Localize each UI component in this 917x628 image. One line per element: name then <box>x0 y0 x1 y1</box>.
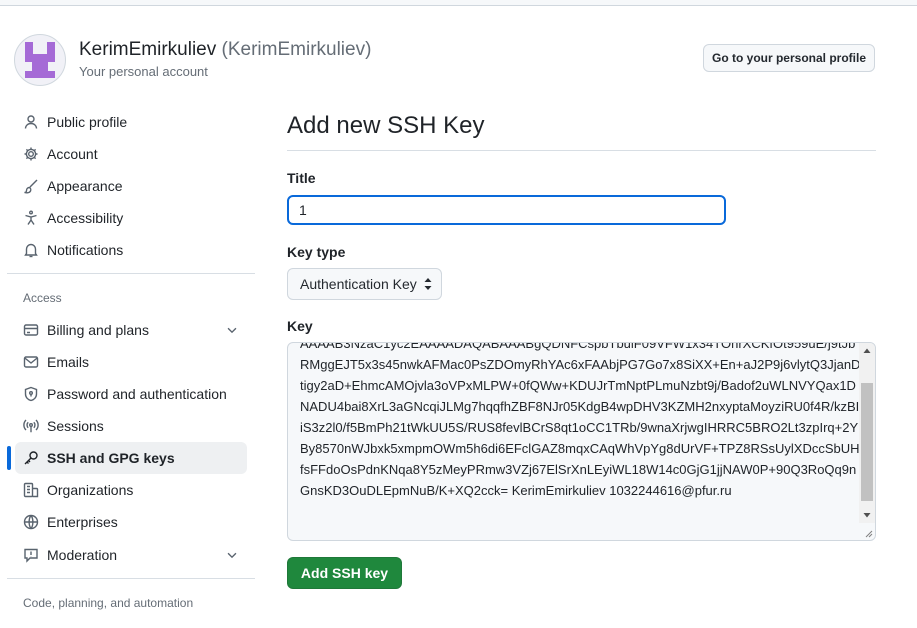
sidebar-item-ssh-gpg-keys[interactable]: SSH and GPG keys <box>15 442 247 474</box>
sidebar-item-billing[interactable]: Billing and plans <box>15 314 247 346</box>
account-subtitle: Your personal account <box>79 64 208 79</box>
sidebar-item-label: Appearance <box>47 178 123 194</box>
login-name: (KerimEmirkuliev) <box>221 39 372 60</box>
sidebar-item-label: Notifications <box>47 242 124 258</box>
avatar[interactable] <box>14 34 66 86</box>
resize-handle-icon[interactable] <box>863 528 873 538</box>
sidebar-item-emails[interactable]: Emails <box>15 346 247 378</box>
key-label: Key <box>287 318 313 334</box>
gear-icon <box>23 146 39 162</box>
title-field[interactable] <box>287 195 726 225</box>
title-label: Title <box>287 170 316 186</box>
add-ssh-key-button[interactable]: Add SSH key <box>287 557 402 589</box>
sidebar-divider <box>7 273 255 274</box>
sidebar-item-label: Accessibility <box>47 210 124 226</box>
code-planning-heading: Code, planning, and automation <box>23 596 194 610</box>
report-icon <box>23 547 39 563</box>
key-icon <box>23 450 39 466</box>
scroll-down-icon[interactable] <box>863 511 871 519</box>
go-to-profile-button[interactable]: Go to your personal profile <box>703 44 875 72</box>
access-heading: Access <box>23 291 62 305</box>
sidebar-item-label: Moderation <box>47 547 118 563</box>
key-scrollbar[interactable] <box>859 343 875 523</box>
bell-icon <box>23 242 39 258</box>
key-type-label: Key type <box>287 244 346 260</box>
sidebar-item-label: Public profile <box>47 114 128 130</box>
sidebar-item-accessibility[interactable]: Accessibility <box>15 202 247 234</box>
sidebar-item-public-profile[interactable]: Public profile <box>15 106 247 138</box>
mail-icon <box>23 354 39 370</box>
sidebar-item-label: Sessions <box>47 418 104 434</box>
credit-card-icon <box>23 322 39 338</box>
sidebar-item-organizations[interactable]: Organizations <box>15 474 247 506</box>
title-divider <box>287 150 876 151</box>
page-title: Add new SSH Key <box>287 112 485 139</box>
sidebar-item-label: Enterprises <box>47 514 118 530</box>
organization-icon <box>23 482 39 498</box>
display-name: KerimEmirkuliev <box>79 39 217 60</box>
sidebar-item-label: SSH and GPG keys <box>47 450 175 466</box>
sidebar-item-enterprises[interactable]: Enterprises <box>15 506 247 538</box>
accessibility-icon <box>23 210 39 226</box>
scroll-thumb[interactable] <box>861 383 873 501</box>
sidebar-item-label: Account <box>47 146 98 162</box>
paintbrush-icon <box>23 178 39 194</box>
sidebar-item-moderation[interactable]: Moderation <box>15 539 247 571</box>
active-indicator <box>7 446 11 470</box>
chevron-down-icon[interactable] <box>225 548 239 562</box>
key-type-select[interactable]: Authentication Key <box>287 268 442 300</box>
key-textarea[interactable]: AAAAB3NzaC1yc2EAAAADAQABAAABgQDNFCspbTbu… <box>287 342 876 541</box>
key-text: AAAAB3NzaC1yc2EAAAADAQABAAABgQDNFCspbTbu… <box>300 342 861 498</box>
sidebar-item-appearance[interactable]: Appearance <box>15 170 247 202</box>
scroll-up-icon[interactable] <box>863 347 871 355</box>
sidebar-item-notifications[interactable]: Notifications <box>15 234 247 266</box>
account-name[interactable]: KerimEmirkuliev (KerimEmirkuliev) <box>79 40 371 60</box>
person-icon <box>23 114 39 130</box>
sidebar-item-password-auth[interactable]: Password and authentication <box>15 378 247 410</box>
sidebar-item-label: Emails <box>47 354 90 370</box>
sidebar-item-label: Password and authentication <box>47 386 227 402</box>
sidebar-item-label: Billing and plans <box>47 322 149 338</box>
chevron-down-icon[interactable] <box>225 323 239 337</box>
globe-icon <box>23 514 39 530</box>
top-border <box>0 0 917 6</box>
broadcast-icon <box>23 418 39 434</box>
key-type-value: Authentication Key <box>300 276 417 292</box>
sidebar-item-sessions[interactable]: Sessions <box>15 410 247 442</box>
sidebar-item-label: Organizations <box>47 482 134 498</box>
shield-lock-icon <box>23 386 39 402</box>
sidebar-item-account[interactable]: Account <box>15 138 247 170</box>
sidebar-divider <box>7 578 255 579</box>
select-arrows-icon <box>424 278 432 290</box>
